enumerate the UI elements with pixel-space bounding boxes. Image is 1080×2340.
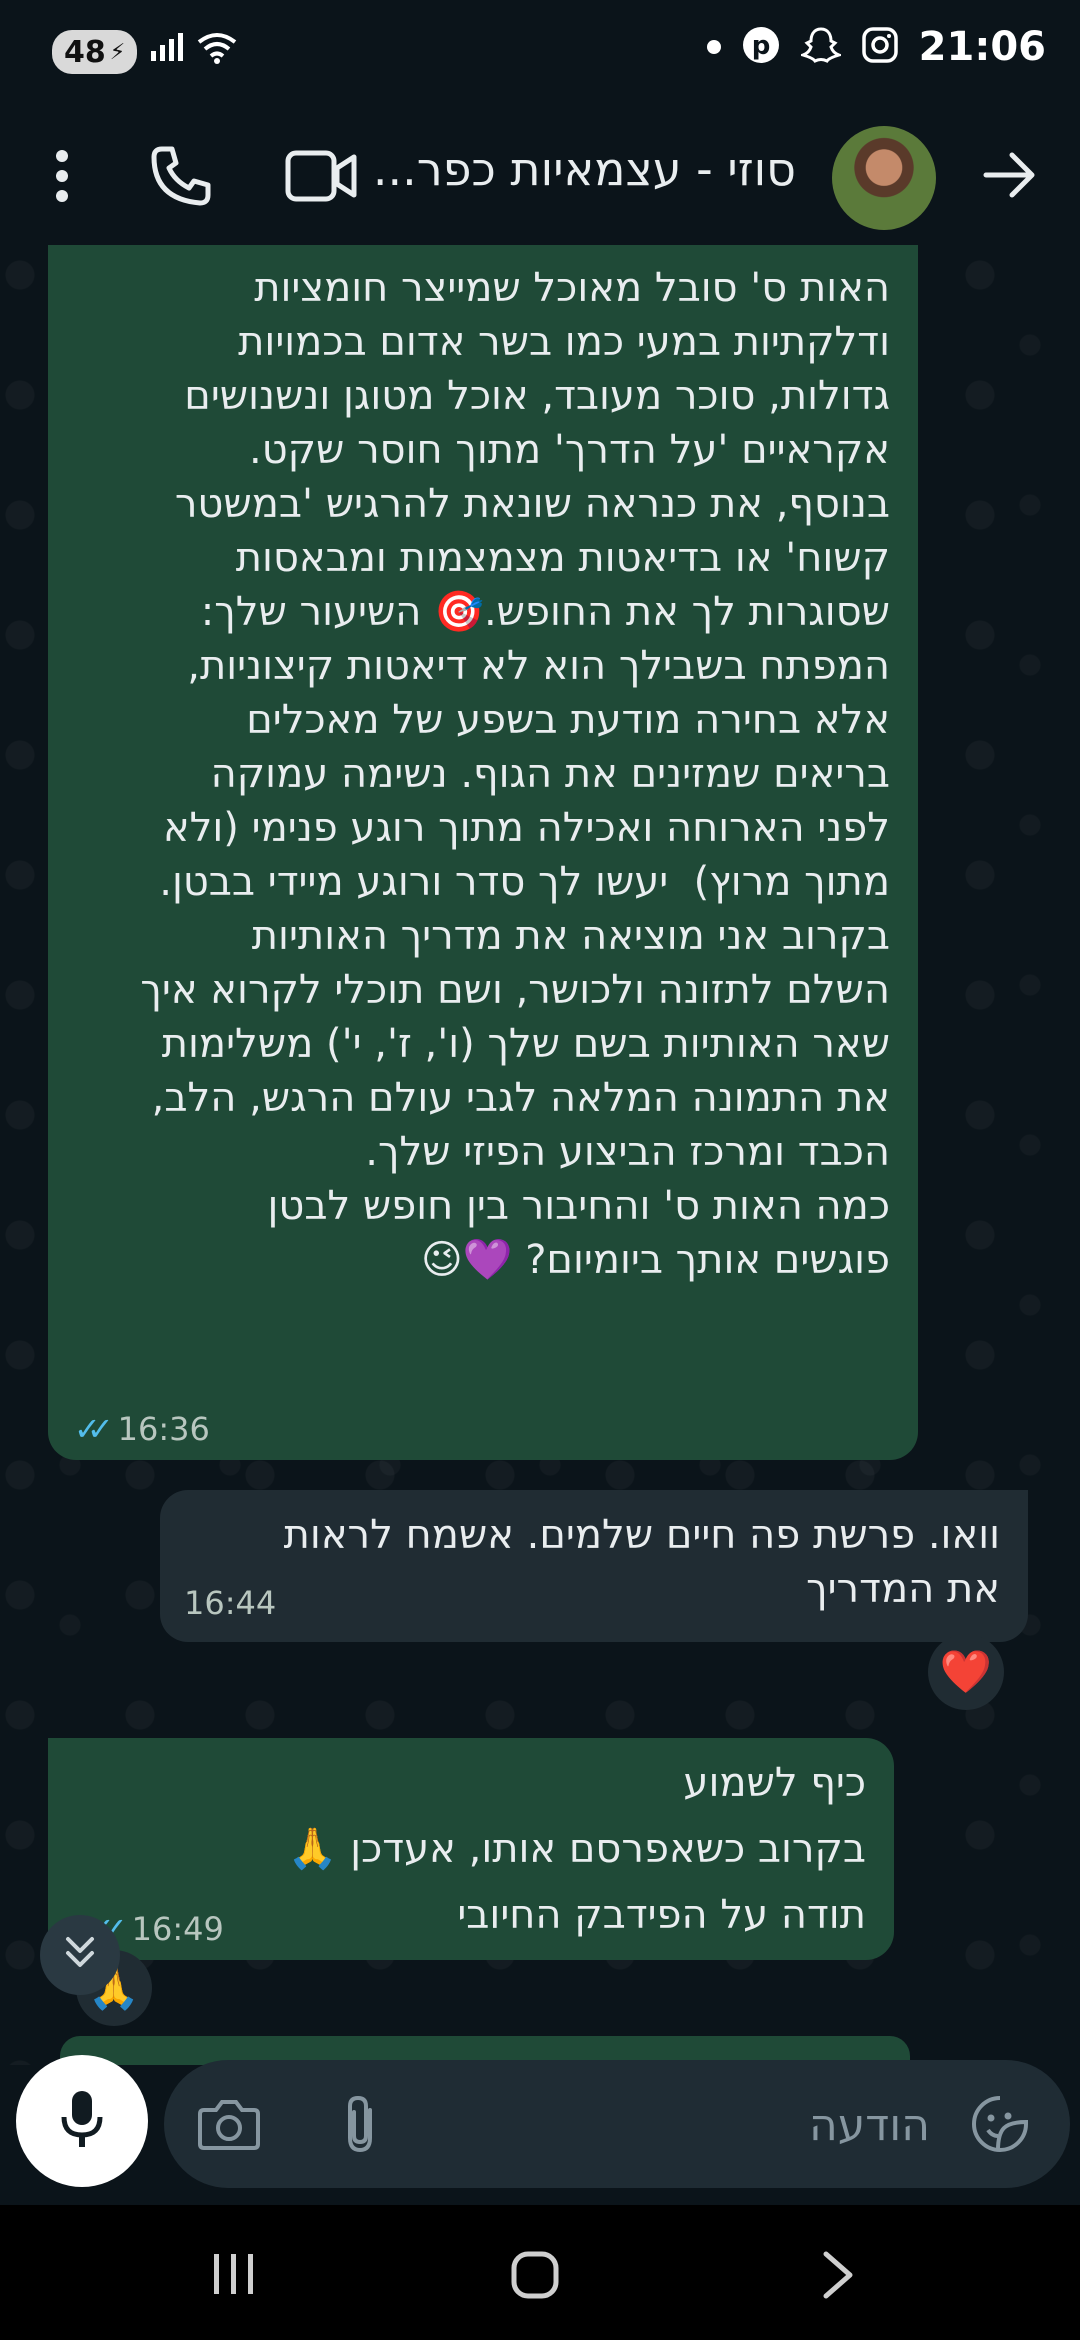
heart-reaction: ❤️	[939, 1647, 993, 1696]
message-meta: ✓✓ 16:36	[74, 1410, 210, 1448]
snapchat-icon	[797, 25, 844, 69]
read-receipt-icon: ✓✓	[74, 1410, 113, 1448]
message-input-placeholder: הודעה	[808, 2100, 930, 2151]
message-input[interactable]	[164, 2060, 1070, 2188]
voice-call-icon[interactable]	[150, 145, 212, 211]
battery-indicator: 48 ⚡	[52, 30, 138, 74]
chat-title[interactable]: סוזי - עצמאיות כפר...	[356, 142, 796, 196]
attach-icon[interactable]	[338, 2094, 382, 2160]
message-bubble-incoming[interactable]: וואו. פרשת פה חיים שלמים. אשמח לראות את …	[160, 1490, 1028, 1642]
battery-charging-icon: ⚡	[109, 39, 126, 65]
message-bubble-outgoing[interactable]: האות ס' סובל מאוכל שמייצר חומציות ודלקתי…	[48, 245, 918, 1460]
camera-icon[interactable]	[198, 2098, 260, 2154]
status-bar: 48 ⚡ p 21:06	[0, 0, 1080, 110]
message-text: האות ס' סובל מאוכל שמייצר חומציות ודלקתי…	[140, 265, 890, 1283]
recent-apps-icon[interactable]	[210, 2252, 258, 2300]
more-options-icon[interactable]	[50, 148, 74, 208]
double-chevron-down-icon	[60, 1933, 100, 1977]
message-time: 16:36	[117, 1410, 210, 1448]
sticker-icon[interactable]	[970, 2094, 1030, 2158]
instagram-icon	[861, 26, 899, 68]
message-reaction[interactable]: ❤️	[928, 1634, 1004, 1710]
status-left: 48 ⚡	[52, 30, 237, 74]
microphone-icon	[60, 2089, 104, 2153]
signal-icon	[149, 32, 185, 72]
scroll-to-bottom-button[interactable]	[40, 1915, 120, 1995]
battery-level: 48	[64, 34, 106, 70]
message-bubble-outgoing[interactable]: כיף לשמוע בקרוב כשאפרסם אותו, אעדכן 🙏 תו…	[48, 1738, 894, 1960]
wifi-icon	[197, 32, 237, 73]
voice-record-button[interactable]	[16, 2055, 148, 2187]
status-right: p 21:06	[706, 24, 1046, 70]
svg-text:p: p	[751, 31, 770, 61]
message-time: 16:49	[131, 1910, 224, 1948]
message-time: 16:44	[184, 1584, 277, 1622]
notification-dot-icon	[706, 40, 721, 54]
home-icon[interactable]	[510, 2250, 560, 2304]
back-arrow-icon[interactable]	[982, 150, 1038, 204]
back-icon[interactable]	[820, 2250, 856, 2304]
clock: 21:06	[918, 24, 1046, 70]
contact-avatar[interactable]	[832, 126, 936, 230]
message-text: וואו. פרשת פה חיים שלמים. אשמח לראות את …	[283, 1512, 1000, 1612]
pinterest-icon: p	[741, 25, 781, 69]
message-meta: 16:44	[184, 1584, 276, 1622]
video-call-icon[interactable]	[285, 150, 357, 206]
